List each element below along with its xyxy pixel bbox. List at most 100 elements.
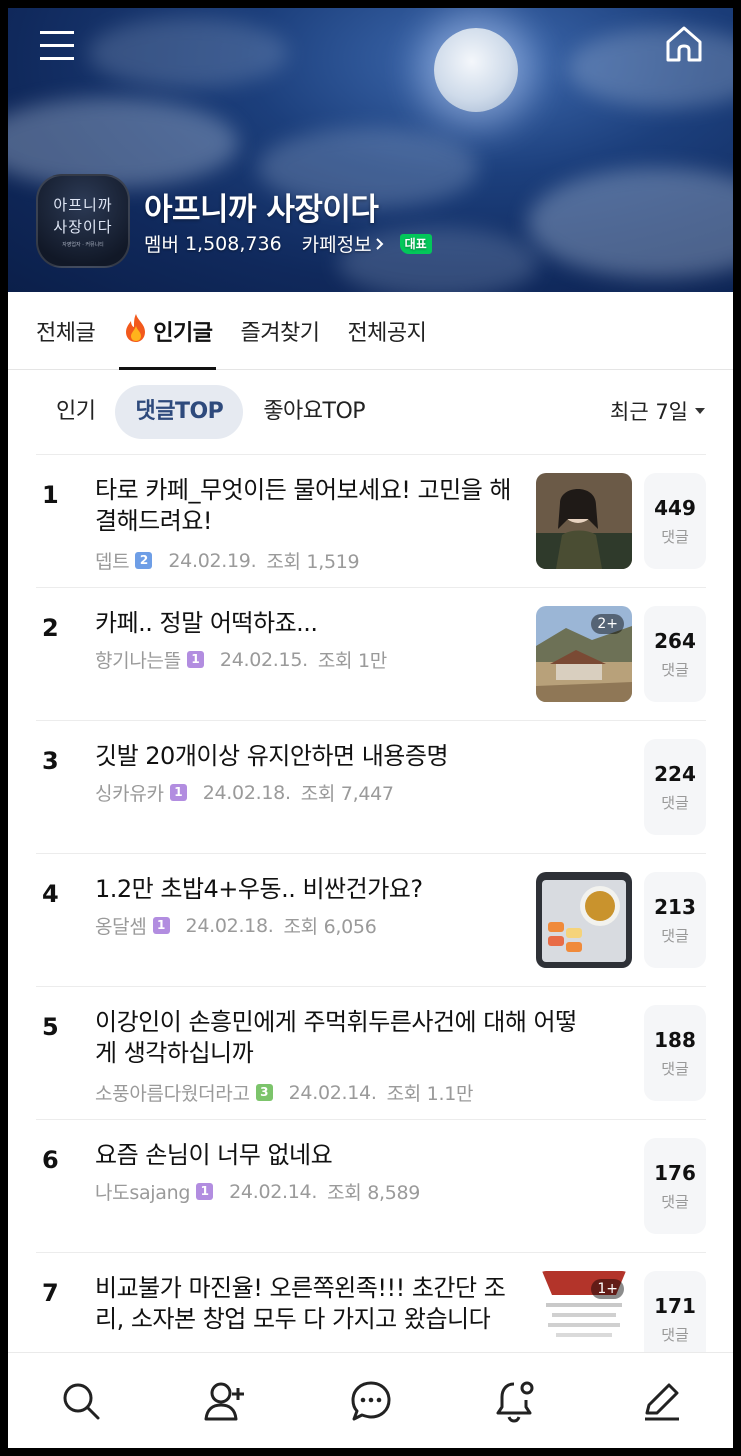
view-count: 조회 1.1만: [386, 1083, 474, 1105]
comment-count: 264: [654, 628, 696, 653]
comment-count-box[interactable]: 224 댓글: [644, 739, 706, 835]
chip-popular[interactable]: 인기: [36, 385, 115, 439]
comment-count-box[interactable]: 449 댓글: [644, 473, 706, 569]
cafe-meta: 멤버 1,508,736 카페정보 대표: [144, 230, 432, 257]
post-meta: 나도sajang 1 24.02.14. 조회 8,589: [95, 1178, 420, 1205]
notification-settings-icon: [496, 1381, 533, 1423]
tab-favorites[interactable]: 즐겨찾기: [240, 292, 319, 370]
post-row[interactable]: 2 카페.. 정말 어떡하죠... 향기나는뜰 1 24.02.15. 조회 1만…: [36, 587, 706, 720]
comment-label: 댓글: [661, 1059, 689, 1078]
post-meta: 뎁트 2 24.02.19. 조회 1,519: [95, 547, 360, 574]
post-thumbnail[interactable]: [536, 872, 632, 968]
post-title[interactable]: 요즘 손님이 너무 없네요: [95, 1140, 585, 1171]
author-name[interactable]: 나도sajang: [95, 1178, 190, 1205]
chip-like-top[interactable]: 좋아요TOP: [243, 385, 385, 439]
write-button[interactable]: [636, 1376, 686, 1426]
more-images-badge: 2+: [591, 614, 624, 634]
member-level-badge: 1: [186, 651, 204, 668]
post-date: 24.02.14.: [229, 1180, 318, 1203]
moon-image: [434, 28, 518, 112]
tab-all-notices[interactable]: 전체공지: [347, 292, 426, 370]
post-row[interactable]: 3 깃발 20개이상 유지안하면 내용증명 싱카유카 1 24.02.18. 조회…: [36, 720, 706, 853]
author-name[interactable]: 소풍아름다웠더라고: [95, 1079, 250, 1106]
comment-count: 188: [654, 1027, 696, 1052]
members-label: 멤버: [144, 234, 179, 256]
logo-text-line2: 사장이다: [53, 218, 113, 236]
home-button[interactable]: [662, 22, 706, 66]
tab-label: 전체공지: [347, 320, 427, 346]
view-count: 조회 1만: [317, 650, 387, 672]
author-name[interactable]: 향기나는뜰: [95, 646, 181, 673]
post-title[interactable]: 타로 카페_무엇이든 물어보세요! 고민을 해결해드려요!: [95, 475, 525, 537]
post-title[interactable]: 1.2만 초밥4+우동.. 비싼건가요?: [95, 874, 525, 905]
rank-number: 4: [42, 880, 59, 908]
rank-number: 3: [42, 747, 59, 775]
post-date: 24.02.15.: [219, 648, 308, 671]
period-dropdown[interactable]: 최근 7일: [610, 396, 706, 426]
post-date: 24.02.14.: [288, 1081, 377, 1104]
cafe-info-label: 카페정보: [301, 234, 372, 256]
comment-count: 449: [654, 495, 696, 520]
author-name[interactable]: 옹달셈: [95, 912, 147, 939]
period-label: 최근 7일: [610, 400, 688, 424]
chip-comment-top[interactable]: 댓글TOP: [115, 385, 244, 439]
view-count: 조회 8,589: [327, 1182, 421, 1204]
menu-button[interactable]: [36, 26, 80, 66]
notification-settings-button[interactable]: [491, 1376, 541, 1426]
member-level-badge: 2: [135, 552, 153, 569]
tab-label: 인기글: [153, 320, 213, 346]
comment-count-box[interactable]: 213 댓글: [644, 872, 706, 968]
comment-count: 171: [654, 1293, 696, 1318]
comment-label: 댓글: [661, 926, 689, 945]
search-button[interactable]: [56, 1376, 106, 1426]
comment-count-box[interactable]: 188 댓글: [644, 1005, 706, 1101]
comment-label: 댓글: [661, 660, 689, 679]
logo-subtext: 자영업자 · 커뮤니티: [62, 242, 104, 248]
post-meta: 싱카유카 1 24.02.18. 조회 7,447: [95, 779, 394, 806]
tab-label: 전체글: [36, 320, 96, 346]
post-row[interactable]: 4 1.2만 초밥4+우동.. 비싼건가요? 옹달셈 1 24.02.18. 조회…: [36, 853, 706, 986]
comment-count-box[interactable]: 176 댓글: [644, 1138, 706, 1234]
chat-button[interactable]: [346, 1376, 396, 1426]
members-count: 1,508,736: [184, 232, 282, 255]
cafe-name[interactable]: 아프니까 사장이다: [144, 184, 379, 229]
tab-all-posts[interactable]: 전체글: [36, 292, 96, 370]
chevron-right-icon: [375, 237, 384, 250]
home-icon: [666, 26, 702, 62]
post-row[interactable]: 5 이강인이 손흥민에게 주먹휘두른사건에 대해 어떻게 생각하십니까 소풍아름다…: [36, 986, 706, 1119]
tab-label: 즐겨찾기: [240, 320, 320, 346]
cafe-header: 아프니까 사장이다 자영업자 · 커뮤니티 아프니까 사장이다 멤버 1,508…: [8, 8, 733, 292]
comment-count-box[interactable]: 264 댓글: [644, 606, 706, 702]
comment-label: 댓글: [661, 527, 689, 546]
member-level-badge: 1: [196, 1183, 214, 1200]
caret-down-icon: [695, 408, 705, 414]
author-name[interactable]: 싱카유카: [95, 779, 164, 806]
cafe-info-link[interactable]: 카페정보: [302, 230, 386, 257]
post-row[interactable]: 6 요즘 손님이 너무 없네요 나도sajang 1 24.02.14. 조회 8…: [36, 1119, 706, 1252]
post-thumbnail[interactable]: 2+: [536, 606, 632, 702]
add-friend-button[interactable]: [201, 1376, 251, 1426]
board-tabs: 전체글 인기글 즐겨찾기 전체공지: [8, 292, 733, 370]
post-thumbnail[interactable]: [536, 473, 632, 569]
write-icon: [644, 1383, 679, 1420]
post-title[interactable]: 비교불가 마진율! 오른쪽왼족!!! 초간단 조리, 소자본 창업 모두 다 가…: [95, 1273, 525, 1335]
member-level-badge: 1: [152, 917, 170, 934]
post-date: 24.02.18.: [185, 914, 274, 937]
post-title[interactable]: 카페.. 정말 어떡하죠...: [95, 608, 525, 639]
add-friend-icon: [204, 1382, 244, 1420]
post-title[interactable]: 이강인이 손흥민에게 주먹휘두른사건에 대해 어떻게 생각하십니까: [95, 1007, 585, 1069]
comment-label: 댓글: [661, 1192, 689, 1211]
author-name[interactable]: 뎁트: [95, 547, 130, 574]
tab-popular-posts[interactable]: 인기글: [119, 292, 217, 370]
member-level-badge: 3: [255, 1084, 273, 1101]
chat-icon: [351, 1381, 390, 1420]
rank-number: 2: [42, 614, 59, 642]
search-icon: [63, 1383, 99, 1419]
post-title[interactable]: 깃발 20개이상 유지안하면 내용증명: [95, 741, 585, 772]
more-images-badge: 1+: [591, 1279, 624, 1299]
cafe-logo[interactable]: 아프니까 사장이다 자영업자 · 커뮤니티: [36, 174, 130, 268]
post-row[interactable]: 1 타로 카페_무엇이든 물어보세요! 고민을 해결해드려요! 뎁트 2 24.0…: [36, 454, 706, 587]
view-count: 조회 6,056: [283, 916, 377, 938]
logo-text-line1: 아프니까: [53, 196, 113, 214]
comment-count: 176: [654, 1160, 696, 1185]
